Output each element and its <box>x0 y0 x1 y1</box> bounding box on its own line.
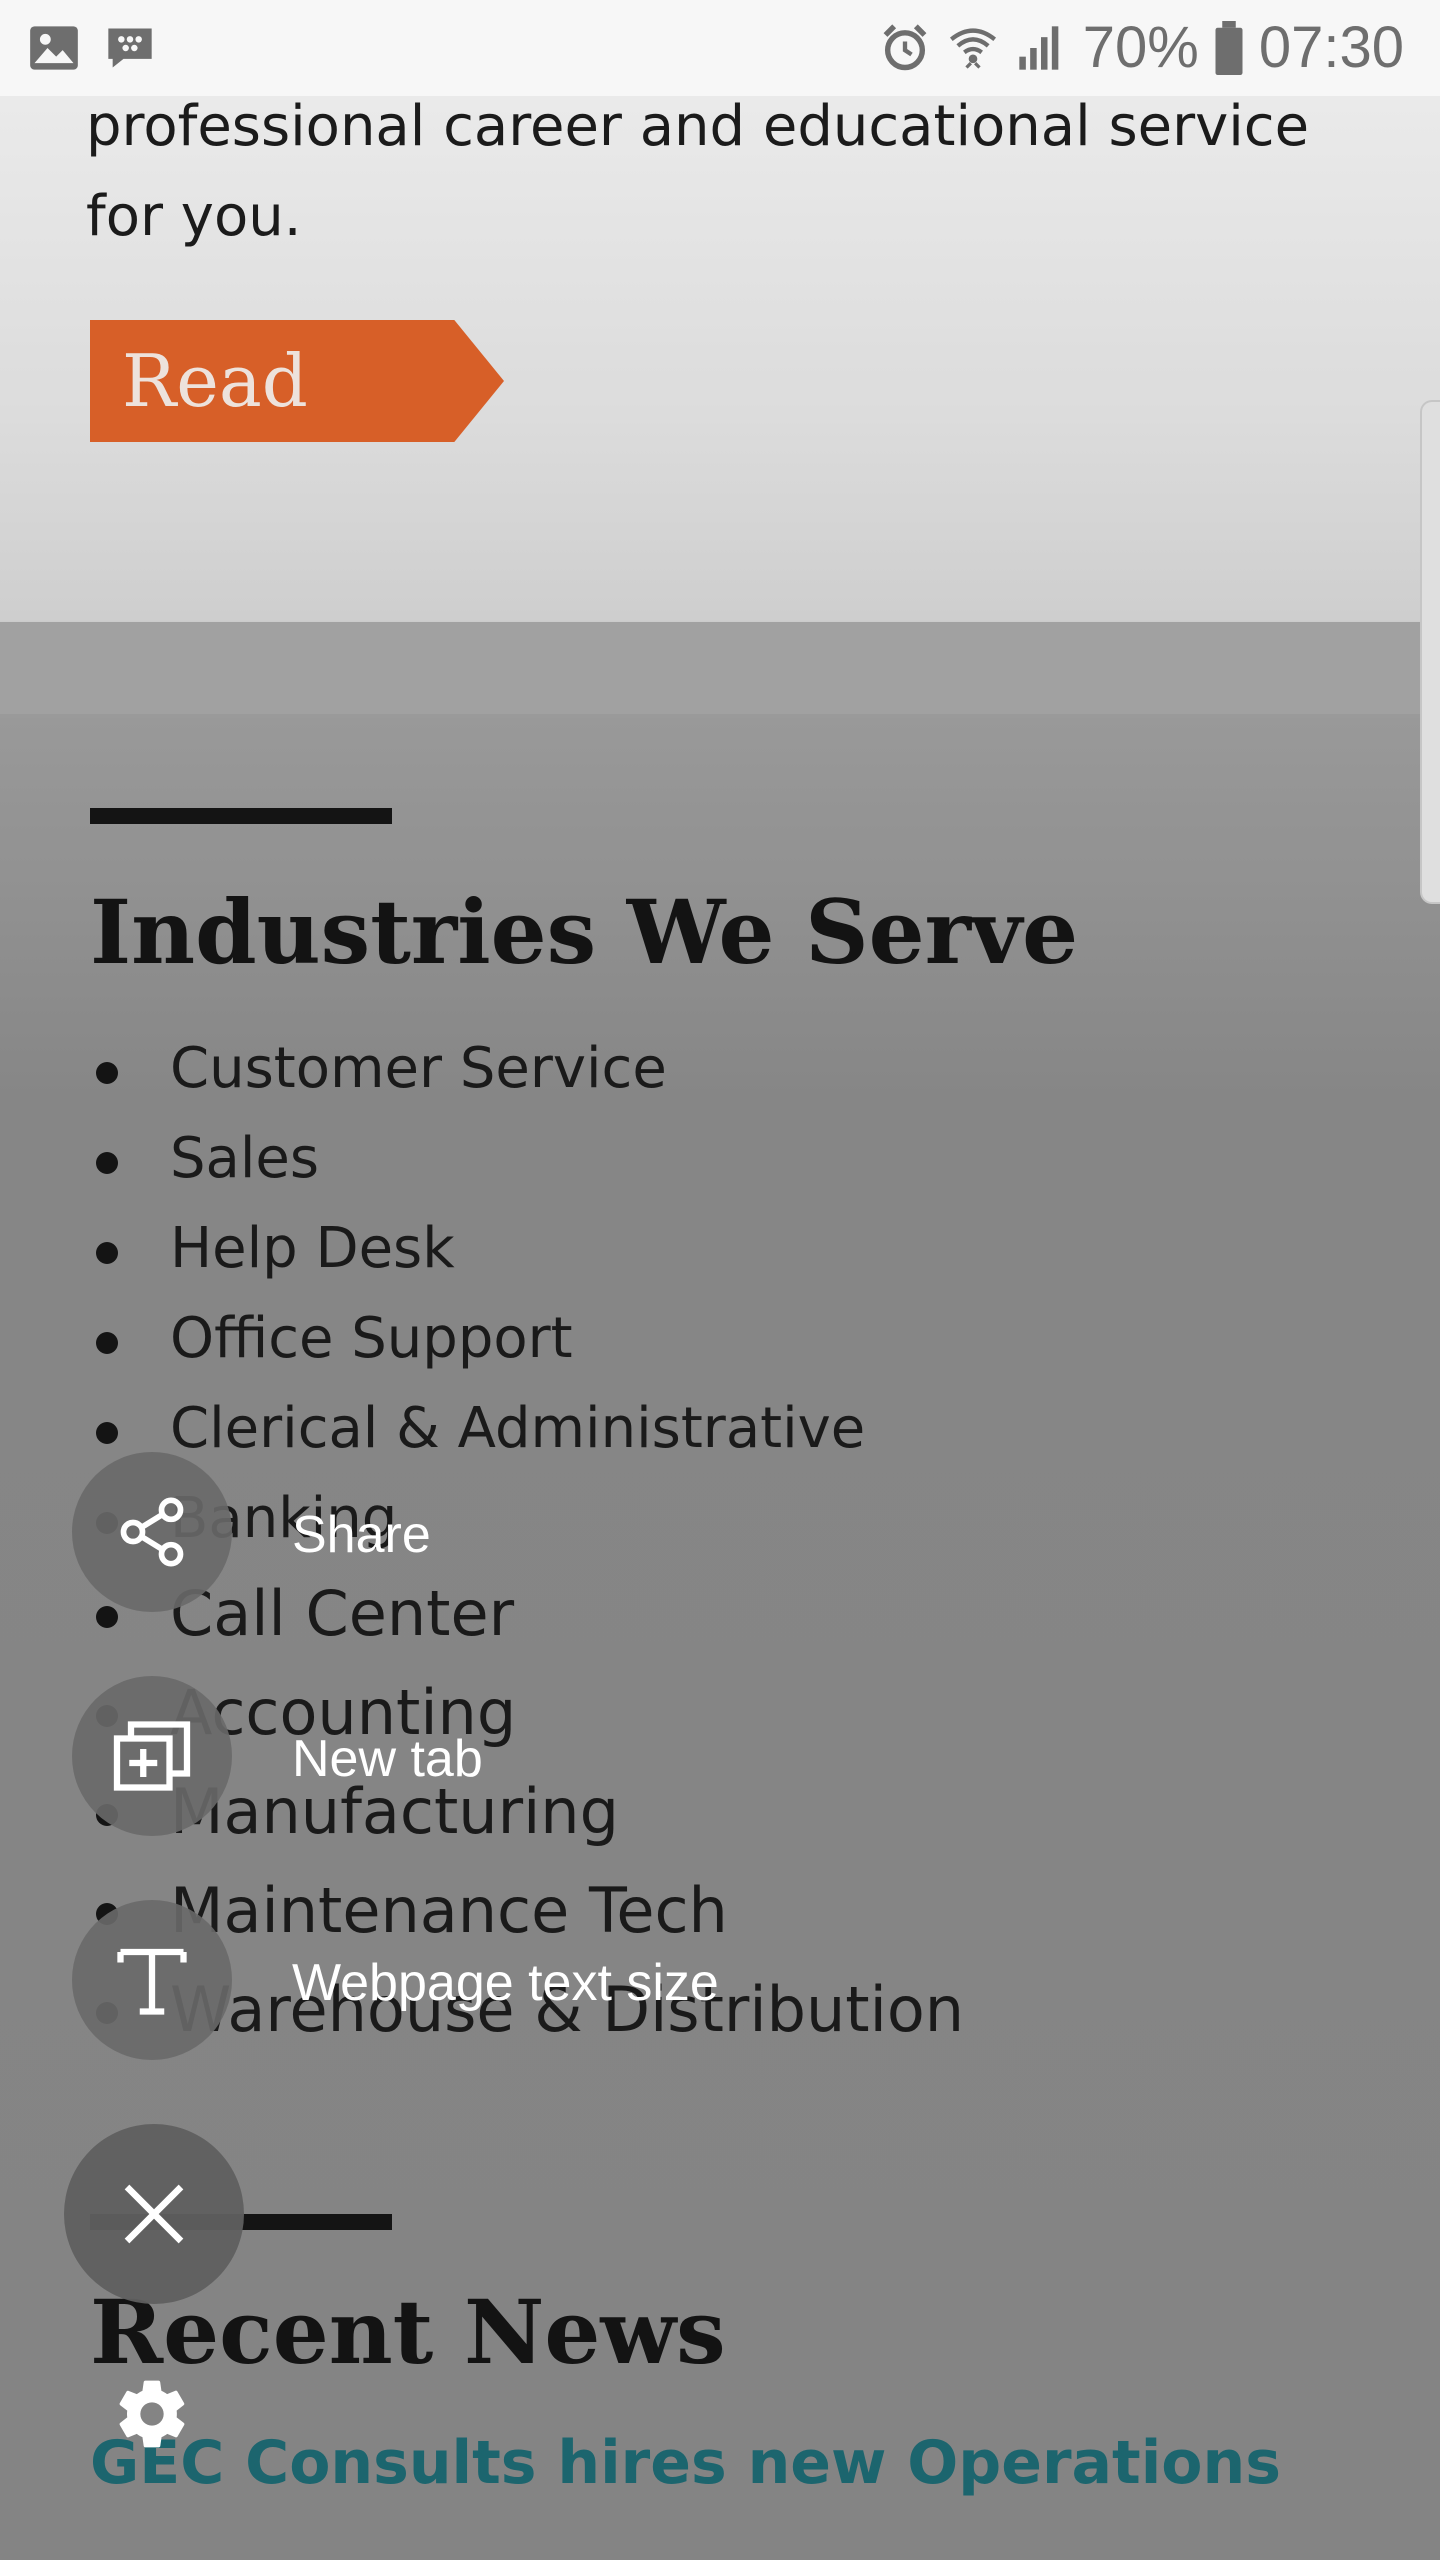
new-tab-icon <box>113 1721 191 1791</box>
battery-icon <box>1215 20 1243 75</box>
close-menu-button[interactable] <box>64 2124 244 2304</box>
alarm-icon <box>883 23 927 70</box>
blackberry-messenger-icon <box>108 28 152 68</box>
signal-icon <box>1019 25 1059 70</box>
clock: 07:30 <box>1258 15 1404 80</box>
text-size-icon <box>117 1948 187 2015</box>
text-size-label[interactable]: Webpage text size <box>292 1953 719 2013</box>
gear-icon[interactable] <box>112 2374 192 2454</box>
text-size-fab[interactable] <box>72 1900 232 2060</box>
status-bar: 70% 07:30 <box>0 0 1440 96</box>
share-label[interactable]: Share <box>292 1505 431 1565</box>
share-fab[interactable] <box>72 1452 232 1612</box>
wifi-icon <box>949 28 996 69</box>
battery-percent: 70% <box>1082 15 1199 80</box>
share-icon <box>120 1497 184 1567</box>
close-icon <box>124 2184 184 2244</box>
new-tab-fab[interactable] <box>72 1676 232 1836</box>
new-tab-label[interactable]: New tab <box>292 1729 483 1789</box>
gallery-icon <box>30 26 78 70</box>
